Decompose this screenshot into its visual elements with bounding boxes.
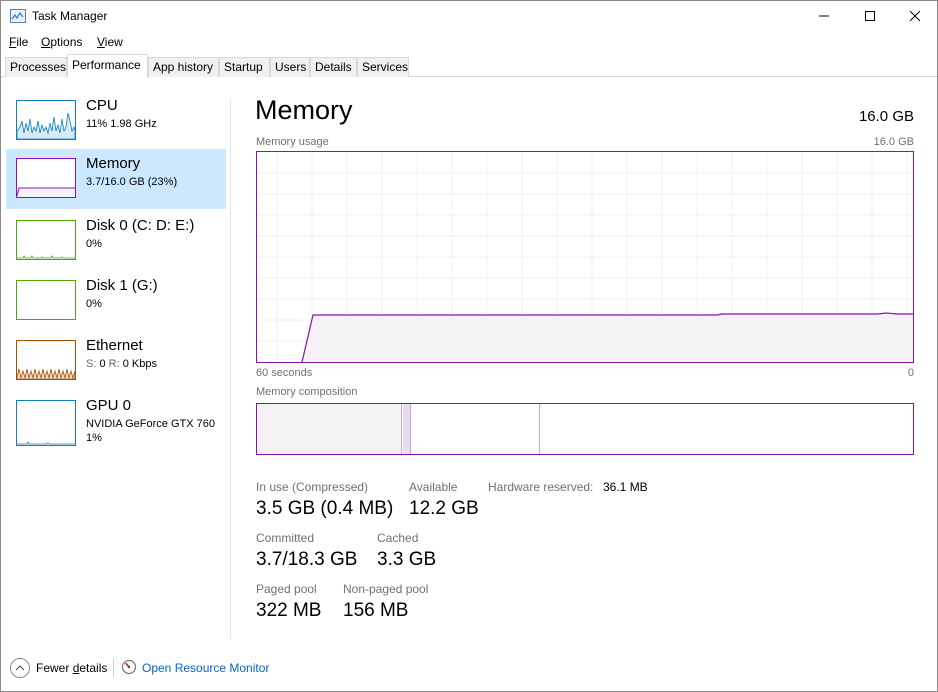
- resource-monitor-icon: [121, 659, 137, 675]
- sidebar-item-detail: 0%: [86, 298, 102, 310]
- menu-view[interactable]: View: [97, 35, 123, 49]
- cached-label: Cached: [377, 531, 419, 545]
- task-manager-icon: [10, 9, 26, 23]
- send-label: S:: [86, 358, 97, 370]
- usage-x-right-label: 0: [907, 367, 914, 379]
- sidebar-item-detail: 0%: [86, 238, 102, 250]
- title-bar[interactable]: Task Manager: [1, 1, 937, 31]
- paged-pool-label: Paged pool: [256, 582, 317, 596]
- memory-usage-chart: [257, 152, 913, 363]
- sidebar-item-label: Memory: [86, 155, 141, 172]
- menu-view-accel: V: [97, 35, 105, 49]
- composition-standby[interactable]: [412, 404, 540, 454]
- cpu-thumbnail: [16, 100, 76, 140]
- tab-strip: Processes Performance App history Startu…: [1, 54, 937, 78]
- menu-file[interactable]: File: [9, 35, 28, 49]
- sidebar-item-label: Ethernet: [86, 337, 143, 354]
- sidebar-item-disk0[interactable]: Disk 0 (C: D: E:) 0%: [6, 211, 226, 271]
- send-value: 0: [99, 358, 106, 370]
- fewer-details-pre: Fewer: [36, 661, 73, 675]
- tab-processes[interactable]: Processes: [5, 57, 67, 77]
- window-title: Task Manager: [32, 9, 108, 23]
- memory-thumbnail: [16, 158, 76, 198]
- composition-modified[interactable]: [403, 404, 411, 454]
- sidebar-item-cpu[interactable]: CPU 11% 1.98 GHz: [6, 91, 226, 151]
- memory-usage-label: Memory usage: [256, 136, 329, 148]
- in-use-value: 3.5 GB (0.4 MB): [256, 498, 394, 519]
- ethernet-thumbnail: [16, 340, 76, 380]
- performance-sidebar: CPU 11% 1.98 GHz Memory 3.7/16.0 GB (23%…: [1, 78, 231, 641]
- sidebar-item-detail: NVIDIA GeForce GTX 760: [86, 418, 215, 430]
- memory-usage-graph: [256, 151, 914, 363]
- sidebar-divider: [230, 99, 231, 639]
- menu-options-rest: ptions: [50, 35, 83, 49]
- fewer-details-post: etails: [79, 661, 108, 675]
- close-icon: [910, 11, 920, 21]
- task-manager-window: Task Manager File Options View Processes…: [0, 0, 938, 692]
- non-paged-pool-label: Non-paged pool: [343, 582, 429, 596]
- menu-options-accel: O: [41, 35, 51, 49]
- in-use-label: In use (Compressed): [256, 480, 369, 494]
- non-paged-pool-value: 156 MB: [343, 600, 409, 621]
- tab-services[interactable]: Services: [357, 57, 409, 77]
- sidebar-item-detail: 11% 1.98 GHz: [86, 118, 157, 130]
- open-resource-monitor-link[interactable]: Open Resource Monitor: [142, 661, 269, 675]
- memory-total: 16.0 GB: [858, 108, 914, 125]
- receive-value: 0 Kbps: [122, 358, 157, 370]
- sidebar-item-detail: 3.7/16.0 GB (23%): [86, 176, 178, 188]
- sidebar-item-label: GPU 0: [86, 397, 132, 414]
- sidebar-item-utilization: 1%: [86, 432, 102, 444]
- disk0-thumbnail: [16, 220, 76, 260]
- menu-file-rest: ile: [16, 35, 29, 49]
- sidebar-item-gpu0[interactable]: GPU 0 NVIDIA GeForce GTX 760 1%: [6, 391, 226, 451]
- committed-label: Committed: [256, 531, 315, 545]
- committed-value: 3.7/18.3 GB: [256, 549, 358, 570]
- memory-usage-max: 16.0 GB: [873, 136, 914, 148]
- receive-label: R:: [108, 358, 120, 370]
- sidebar-item-label: Disk 0 (C: D: E:): [86, 217, 195, 234]
- sidebar-item-label: Disk 1 (G:): [86, 277, 158, 294]
- minimize-icon: [819, 15, 829, 17]
- close-button[interactable]: [892, 1, 938, 31]
- available-label: Available: [409, 480, 458, 494]
- sidebar-item-ethernet[interactable]: Ethernet S: 0 R: 0 Kbps: [6, 331, 226, 391]
- footer-separator: [113, 659, 114, 677]
- menu-view-rest: iew: [104, 35, 123, 49]
- page-title: Memory: [255, 95, 353, 125]
- usage-x-left-label: 60 seconds: [256, 367, 313, 379]
- maximize-button[interactable]: [847, 1, 893, 31]
- composition-in-use[interactable]: [257, 404, 402, 454]
- tab-details[interactable]: Details: [310, 57, 357, 77]
- disk1-thumbnail: [16, 280, 76, 320]
- minimize-button[interactable]: [801, 1, 847, 31]
- sidebar-item-disk1[interactable]: Disk 1 (G:) 0%: [6, 271, 226, 331]
- memory-composition-bar: [256, 403, 914, 455]
- chevron-up-icon[interactable]: [10, 658, 30, 678]
- tab-app-history[interactable]: App history: [148, 57, 219, 77]
- sidebar-item-detail: S: 0 R: 0 Kbps: [86, 358, 157, 370]
- tab-performance[interactable]: Performance: [67, 54, 148, 78]
- maximize-icon: [865, 11, 875, 21]
- available-value: 12.2 GB: [409, 498, 479, 519]
- fewer-details-link[interactable]: Fewer details: [36, 661, 107, 675]
- hardware-reserved-value: 36.1 MB: [603, 480, 648, 494]
- paged-pool-value: 322 MB: [256, 600, 322, 621]
- composition-free[interactable]: [541, 404, 913, 454]
- memory-composition-label: Memory composition: [256, 386, 358, 398]
- gpu0-thumbnail: [16, 400, 76, 446]
- footer: Fewer details Open Resource Monitor: [1, 651, 937, 691]
- tab-startup[interactable]: Startup: [219, 57, 270, 77]
- tab-users[interactable]: Users: [270, 57, 310, 77]
- menu-options[interactable]: Options: [41, 35, 82, 49]
- hardware-reserved-label: Hardware reserved:: [488, 480, 594, 494]
- sidebar-item-label: CPU: [86, 97, 118, 114]
- cached-value: 3.3 GB: [377, 549, 437, 570]
- menu-bar: File Options View: [1, 31, 937, 53]
- sidebar-item-memory[interactable]: Memory 3.7/16.0 GB (23%): [6, 149, 226, 209]
